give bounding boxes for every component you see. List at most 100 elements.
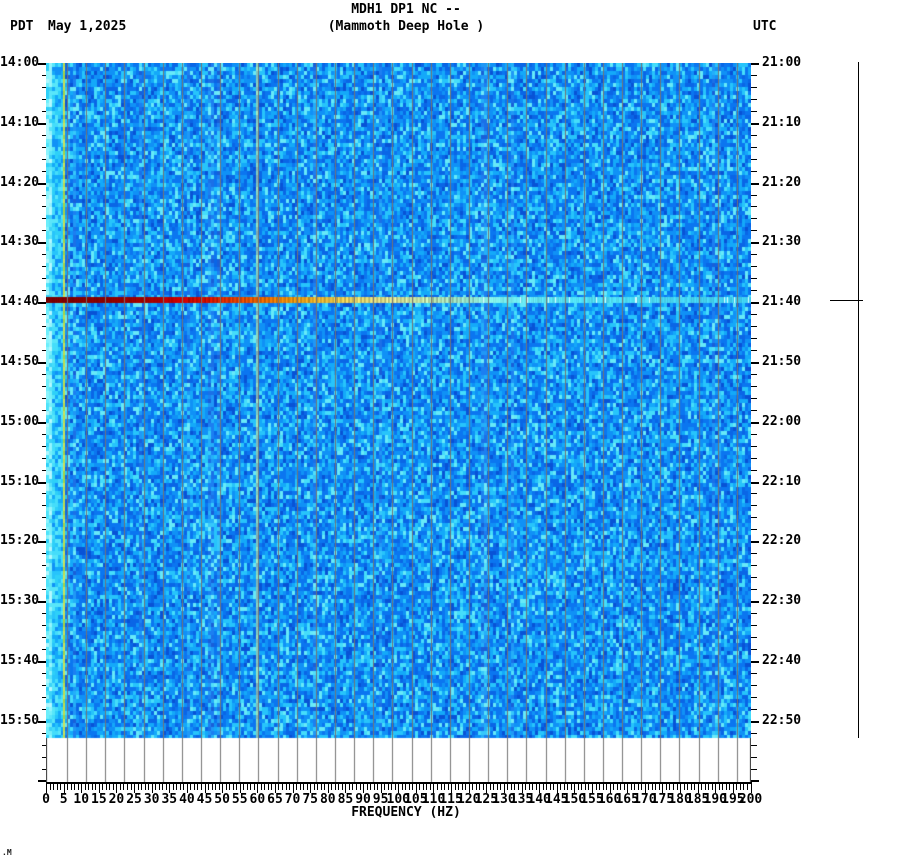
time-tick: [751, 601, 759, 603]
time-tick: [38, 601, 46, 603]
time-tick: [751, 123, 759, 125]
frequency-tick: [338, 784, 339, 790]
right-time-label: 22:50: [762, 713, 802, 728]
time-tick: [38, 661, 46, 663]
left-time-label: 14:50: [0, 354, 40, 369]
frequency-tick: [743, 784, 744, 790]
frequency-tick: [571, 784, 572, 790]
time-tick: [751, 254, 757, 255]
frequency-tick: [652, 784, 653, 790]
frequency-tick: [176, 784, 177, 790]
time-tick: [41, 505, 46, 506]
frequency-tick: [634, 784, 635, 790]
time-tick: [41, 278, 46, 279]
frequency-tick: [553, 784, 554, 790]
time-tick: [751, 446, 757, 447]
time-tick: [41, 398, 46, 399]
right-time-label: 22:00: [762, 414, 802, 429]
frequency-tick: [317, 784, 318, 790]
timezone-left-label: PDT: [10, 19, 34, 34]
time-tick: [751, 673, 757, 674]
frequency-tick: [705, 784, 706, 790]
frequency-tick: [159, 784, 160, 790]
left-time-label: 15:00: [0, 414, 40, 429]
time-tick: [751, 721, 759, 723]
frequency-tick: [691, 784, 692, 790]
frequency-tick: [412, 784, 413, 790]
frequency-tick: [278, 784, 279, 790]
frequency-tick: [490, 784, 491, 790]
frequency-tick: [736, 784, 737, 790]
time-tick: [38, 482, 46, 484]
time-tick: [751, 278, 757, 279]
frequency-tick: [444, 784, 445, 790]
frequency-tick: [747, 784, 748, 790]
frequency-tick: [289, 784, 290, 790]
time-tick: [751, 434, 757, 435]
time-tick: [751, 458, 757, 459]
time-tick: [751, 745, 757, 746]
time-tick: [41, 326, 46, 327]
frequency-tick: [264, 784, 265, 790]
time-tick: [41, 745, 46, 746]
frequency-tick: [560, 784, 561, 790]
frequency-tick: [578, 784, 579, 790]
frequency-tick: [296, 784, 297, 790]
frequency-tick: [384, 784, 385, 790]
time-tick: [41, 266, 46, 267]
frequency-tick: [472, 784, 473, 790]
time-tick: [41, 757, 46, 758]
frequency-tick: [67, 784, 68, 790]
frequency-tick: [525, 784, 526, 790]
frequency-tick: [497, 784, 498, 790]
frequency-tick: [314, 784, 315, 790]
frequency-tick: [546, 784, 547, 790]
time-tick: [751, 135, 757, 136]
time-tick: [751, 661, 759, 663]
frequency-tick: [518, 784, 519, 790]
frequency-tick: [148, 784, 149, 790]
time-tick: [38, 362, 46, 364]
time-tick: [41, 159, 46, 160]
time-tick: [751, 493, 757, 494]
time-tick: [751, 147, 757, 148]
frequency-tick: [603, 784, 604, 790]
frequency-tick: [550, 784, 551, 790]
frequency-tick: [620, 784, 621, 790]
frequency-tick: [109, 784, 110, 790]
frequency-tick: [511, 784, 512, 790]
time-tick: [41, 673, 46, 674]
frequency-tick: [374, 784, 375, 790]
time-tick: [751, 242, 759, 244]
time-tick: [751, 230, 757, 231]
time-tick: [751, 302, 759, 304]
time-tick: [38, 123, 46, 125]
right-time-label: 21:00: [762, 55, 802, 70]
frequency-tick: [606, 784, 607, 790]
frequency-tick: [402, 784, 403, 790]
page-title: MDH1 DP1 NC --: [351, 2, 461, 17]
frequency-tick: [641, 784, 642, 790]
time-tick: [751, 685, 757, 686]
time-tick: [751, 505, 757, 506]
time-tick: [751, 314, 757, 315]
frequency-tick: [430, 784, 431, 790]
left-time-label: 14:20: [0, 175, 40, 190]
frequency-tick: [564, 784, 565, 790]
left-time-label: 14:10: [0, 115, 40, 130]
frequency-tick: [190, 784, 191, 790]
time-tick: [38, 422, 46, 424]
time-tick: [41, 470, 46, 471]
frequency-tick: [180, 784, 181, 790]
time-tick: [41, 254, 46, 255]
frequency-tick: [335, 784, 336, 790]
frequency-tick: [722, 784, 723, 790]
time-tick: [751, 565, 757, 566]
time-tick: [41, 649, 46, 650]
time-tick: [41, 206, 46, 207]
frequency-tick: [106, 784, 107, 790]
time-tick: [751, 362, 759, 364]
time-tick: [41, 111, 46, 112]
frequency-tick: [370, 784, 371, 790]
time-tick: [41, 493, 46, 494]
